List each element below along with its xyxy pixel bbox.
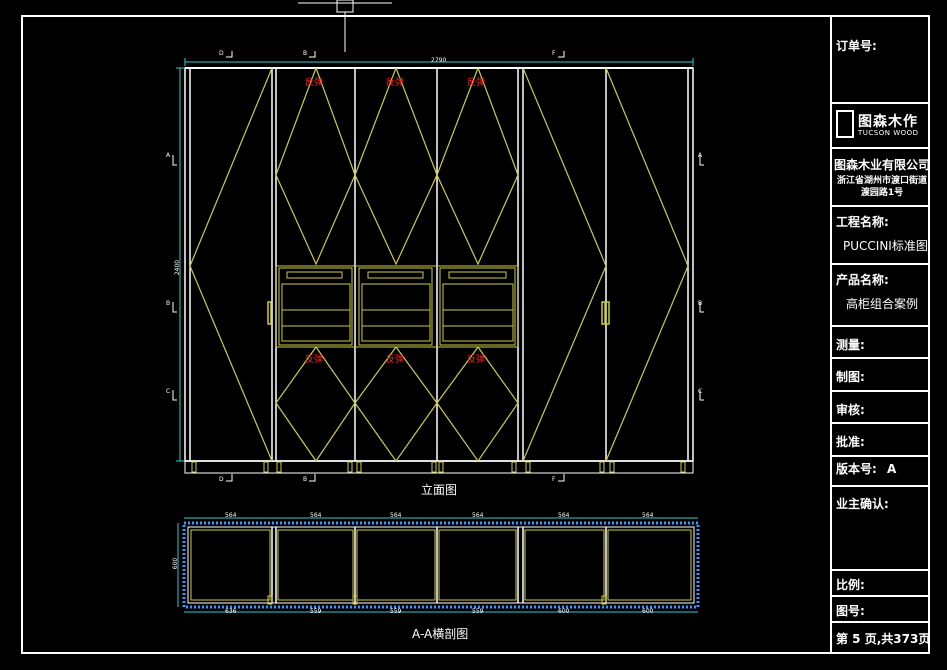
section-depth-dim: 600: [172, 557, 180, 570]
section-top-dim: 564: [310, 512, 322, 519]
section-caption: A-A横剖图: [412, 627, 469, 641]
company-address: 浙江省湖州市渡口街道渡园路1号: [836, 176, 927, 198]
draw-label: 制图:: [836, 370, 865, 384]
side-mark-left-2: B: [166, 300, 171, 307]
side-mark-left-3: C: [166, 388, 171, 395]
section-top-dim: 564: [642, 512, 654, 519]
drawing-no-label: 图号:: [836, 604, 865, 618]
section-view: [177, 517, 700, 613]
project-value: PUCCINI标准图: [843, 239, 928, 253]
side-mark-left-1: A: [166, 152, 171, 159]
fixed-panel-label: 反弹: [386, 355, 405, 365]
section-top-dim: 564: [225, 512, 237, 519]
version-value: A: [887, 462, 897, 476]
fixed-panel-label: 反弹: [386, 78, 405, 88]
elevation-caption: 立面图: [421, 483, 458, 497]
project-label: 工程名称:: [836, 215, 889, 229]
side-mark-right-1: A: [698, 152, 703, 159]
owner-confirm-label: 业主确认:: [836, 497, 889, 511]
section-mark-top-3: F: [552, 50, 556, 57]
version-label-text: 版本号:: [836, 462, 877, 476]
section-mark-bottom-3: F: [552, 476, 556, 483]
section-top-dim: 564: [558, 512, 570, 519]
fixed-panel-label: 反弹: [467, 355, 486, 365]
section-bottom-dim: 559: [310, 608, 322, 615]
section-mark-top-2: B: [303, 50, 308, 57]
section-bottom-dim: 600: [642, 608, 654, 615]
product-label: 产品名称:: [836, 273, 889, 287]
version-label: 版本号: A: [836, 460, 896, 477]
review-label: 审核:: [836, 403, 865, 417]
section-mark-bottom-2: B: [303, 476, 308, 483]
section-top-dim: 564: [390, 512, 402, 519]
section-bottom-dim: 559: [472, 608, 484, 615]
measure-label: 测量:: [836, 338, 865, 352]
order-no-label: 订单号:: [836, 39, 877, 53]
drawing-frame: [21, 15, 930, 654]
cad-drawing-canvas: [21, 0, 930, 654]
section-bottom-dim: 636: [225, 608, 237, 615]
fixed-panel-label: 反弹: [305, 78, 324, 88]
section-mark-bottom-1: D: [219, 476, 224, 483]
fixed-panel-label: 反弹: [467, 78, 486, 88]
top-center-mark: [298, 0, 392, 52]
side-mark-right-2: B: [698, 300, 703, 307]
section-mark-top-1: D: [219, 50, 224, 57]
overall-height-dim: 2400: [174, 259, 182, 276]
approve-label: 批准:: [836, 435, 865, 449]
section-bottom-dim: 600: [558, 608, 570, 615]
scale-label: 比例:: [836, 578, 865, 592]
logo-text-cn: 图森木作: [858, 114, 918, 130]
company-logo: 图森木作 TUCSON WOOD: [836, 110, 928, 140]
elevation-view: [172, 51, 704, 482]
logo-text-en: TUCSON WOOD: [858, 129, 919, 137]
overall-width-dim: 2790: [431, 57, 447, 64]
fixed-panel-label: 反弹: [305, 355, 324, 365]
section-bottom-dim: 559: [390, 608, 402, 615]
cabinet-outline: [184, 67, 694, 462]
side-mark-right-3: C: [698, 388, 703, 395]
page-info: 第 5 页,共373页: [836, 632, 931, 646]
section-top-dim: 564: [472, 512, 484, 519]
company-name: 图森木业有限公司: [834, 158, 931, 172]
logo-mark-icon: [836, 110, 854, 138]
product-value: 高柜组合案例: [846, 297, 919, 311]
